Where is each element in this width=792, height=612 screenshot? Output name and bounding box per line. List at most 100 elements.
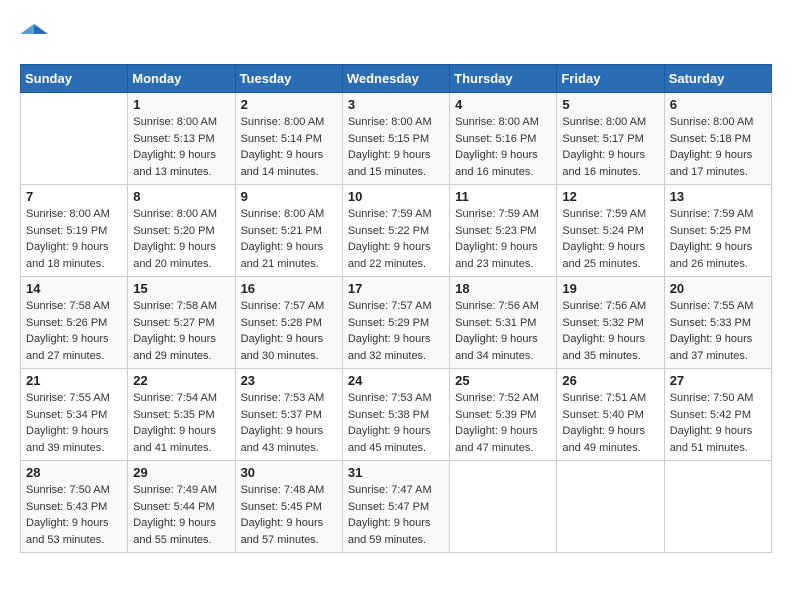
calendar-cell: 1 Sunrise: 8:00 AM Sunset: 5:13 PM Dayli… [128,93,235,185]
sunset-text: Sunset: 5:47 PM [348,501,429,513]
sunset-text: Sunset: 5:39 PM [455,409,536,421]
daylight-text: Daylight: 9 hours and 14 minutes. [241,149,324,178]
calendar-cell: 8 Sunrise: 8:00 AM Sunset: 5:20 PM Dayli… [128,185,235,277]
sunset-text: Sunset: 5:32 PM [562,317,643,329]
day-info: Sunrise: 7:59 AM Sunset: 5:25 PM Dayligh… [670,206,766,272]
calendar-cell: 28 Sunrise: 7:50 AM Sunset: 5:43 PM Dayl… [21,461,128,553]
daylight-text: Daylight: 9 hours and 20 minutes. [133,241,216,270]
daylight-text: Daylight: 9 hours and 16 minutes. [562,149,645,178]
day-info: Sunrise: 8:00 AM Sunset: 5:20 PM Dayligh… [133,206,229,272]
calendar-table: SundayMondayTuesdayWednesdayThursdayFrid… [20,64,772,553]
sunrise-text: Sunrise: 7:55 AM [670,300,754,312]
day-info: Sunrise: 8:00 AM Sunset: 5:19 PM Dayligh… [26,206,122,272]
calendar-cell: 18 Sunrise: 7:56 AM Sunset: 5:31 PM Dayl… [450,277,557,369]
daylight-text: Daylight: 9 hours and 34 minutes. [455,333,538,362]
sunrise-text: Sunrise: 7:59 AM [670,208,754,220]
day-info: Sunrise: 7:59 AM Sunset: 5:22 PM Dayligh… [348,206,444,272]
daylight-text: Daylight: 9 hours and 41 minutes. [133,425,216,454]
day-info: Sunrise: 7:57 AM Sunset: 5:29 PM Dayligh… [348,298,444,364]
sunrise-text: Sunrise: 7:56 AM [562,300,646,312]
daylight-text: Daylight: 9 hours and 25 minutes. [562,241,645,270]
sunrise-text: Sunrise: 8:00 AM [241,208,325,220]
weekday-header-sunday: Sunday [21,65,128,93]
sunrise-text: Sunrise: 7:50 AM [670,392,754,404]
sunset-text: Sunset: 5:37 PM [241,409,322,421]
sunset-text: Sunset: 5:22 PM [348,225,429,237]
calendar-cell: 3 Sunrise: 8:00 AM Sunset: 5:15 PM Dayli… [342,93,449,185]
calendar-cell: 10 Sunrise: 7:59 AM Sunset: 5:22 PM Dayl… [342,185,449,277]
week-row-4: 21 Sunrise: 7:55 AM Sunset: 5:34 PM Dayl… [21,369,772,461]
day-number: 20 [670,281,766,296]
calendar-cell: 14 Sunrise: 7:58 AM Sunset: 5:26 PM Dayl… [21,277,128,369]
sunrise-text: Sunrise: 7:56 AM [455,300,539,312]
day-info: Sunrise: 8:00 AM Sunset: 5:14 PM Dayligh… [241,114,337,180]
sunrise-text: Sunrise: 7:58 AM [26,300,110,312]
sunset-text: Sunset: 5:33 PM [670,317,751,329]
day-number: 29 [133,465,229,480]
daylight-text: Daylight: 9 hours and 26 minutes. [670,241,753,270]
day-number: 28 [26,465,122,480]
calendar-cell: 30 Sunrise: 7:48 AM Sunset: 5:45 PM Dayl… [235,461,342,553]
day-info: Sunrise: 8:00 AM Sunset: 5:18 PM Dayligh… [670,114,766,180]
daylight-text: Daylight: 9 hours and 16 minutes. [455,149,538,178]
week-row-3: 14 Sunrise: 7:58 AM Sunset: 5:26 PM Dayl… [21,277,772,369]
calendar-cell: 19 Sunrise: 7:56 AM Sunset: 5:32 PM Dayl… [557,277,664,369]
calendar-cell: 16 Sunrise: 7:57 AM Sunset: 5:28 PM Dayl… [235,277,342,369]
sunset-text: Sunset: 5:20 PM [133,225,214,237]
day-info: Sunrise: 7:50 AM Sunset: 5:43 PM Dayligh… [26,482,122,548]
sunset-text: Sunset: 5:44 PM [133,501,214,513]
calendar-cell: 5 Sunrise: 8:00 AM Sunset: 5:17 PM Dayli… [557,93,664,185]
day-number: 5 [562,97,658,112]
sunset-text: Sunset: 5:43 PM [26,501,107,513]
calendar-cell: 15 Sunrise: 7:58 AM Sunset: 5:27 PM Dayl… [128,277,235,369]
day-info: Sunrise: 7:55 AM Sunset: 5:33 PM Dayligh… [670,298,766,364]
calendar-cell: 23 Sunrise: 7:53 AM Sunset: 5:37 PM Dayl… [235,369,342,461]
day-number: 21 [26,373,122,388]
day-info: Sunrise: 7:59 AM Sunset: 5:23 PM Dayligh… [455,206,551,272]
sunset-text: Sunset: 5:31 PM [455,317,536,329]
daylight-text: Daylight: 9 hours and 45 minutes. [348,425,431,454]
day-number: 31 [348,465,444,480]
day-number: 24 [348,373,444,388]
day-info: Sunrise: 8:00 AM Sunset: 5:15 PM Dayligh… [348,114,444,180]
weekday-header-tuesday: Tuesday [235,65,342,93]
sunrise-text: Sunrise: 7:48 AM [241,484,325,496]
day-info: Sunrise: 7:50 AM Sunset: 5:42 PM Dayligh… [670,390,766,456]
calendar-cell: 6 Sunrise: 8:00 AM Sunset: 5:18 PM Dayli… [664,93,771,185]
sunset-text: Sunset: 5:14 PM [241,133,322,145]
day-number: 22 [133,373,229,388]
day-info: Sunrise: 7:47 AM Sunset: 5:47 PM Dayligh… [348,482,444,548]
sunrise-text: Sunrise: 8:00 AM [562,116,646,128]
calendar-cell: 12 Sunrise: 7:59 AM Sunset: 5:24 PM Dayl… [557,185,664,277]
day-info: Sunrise: 7:53 AM Sunset: 5:38 PM Dayligh… [348,390,444,456]
calendar-cell: 11 Sunrise: 7:59 AM Sunset: 5:23 PM Dayl… [450,185,557,277]
sunrise-text: Sunrise: 7:57 AM [241,300,325,312]
sunset-text: Sunset: 5:42 PM [670,409,751,421]
weekday-header-saturday: Saturday [664,65,771,93]
sunset-text: Sunset: 5:15 PM [348,133,429,145]
calendar-cell: 20 Sunrise: 7:55 AM Sunset: 5:33 PM Dayl… [664,277,771,369]
day-info: Sunrise: 8:00 AM Sunset: 5:16 PM Dayligh… [455,114,551,180]
daylight-text: Daylight: 9 hours and 30 minutes. [241,333,324,362]
day-number: 14 [26,281,122,296]
sunrise-text: Sunrise: 7:55 AM [26,392,110,404]
sunrise-text: Sunrise: 7:57 AM [348,300,432,312]
daylight-text: Daylight: 9 hours and 32 minutes. [348,333,431,362]
calendar-cell: 27 Sunrise: 7:50 AM Sunset: 5:42 PM Dayl… [664,369,771,461]
calendar-cell: 13 Sunrise: 7:59 AM Sunset: 5:25 PM Dayl… [664,185,771,277]
weekday-header-thursday: Thursday [450,65,557,93]
sunset-text: Sunset: 5:38 PM [348,409,429,421]
day-number: 1 [133,97,229,112]
day-number: 9 [241,189,337,204]
day-info: Sunrise: 7:56 AM Sunset: 5:32 PM Dayligh… [562,298,658,364]
day-number: 6 [670,97,766,112]
day-info: Sunrise: 7:58 AM Sunset: 5:27 PM Dayligh… [133,298,229,364]
day-info: Sunrise: 7:55 AM Sunset: 5:34 PM Dayligh… [26,390,122,456]
sunset-text: Sunset: 5:34 PM [26,409,107,421]
sunset-text: Sunset: 5:35 PM [133,409,214,421]
sunrise-text: Sunrise: 8:00 AM [133,208,217,220]
sunrise-text: Sunrise: 7:50 AM [26,484,110,496]
calendar-cell [21,93,128,185]
logo-bird-icon [20,20,48,48]
sunset-text: Sunset: 5:28 PM [241,317,322,329]
